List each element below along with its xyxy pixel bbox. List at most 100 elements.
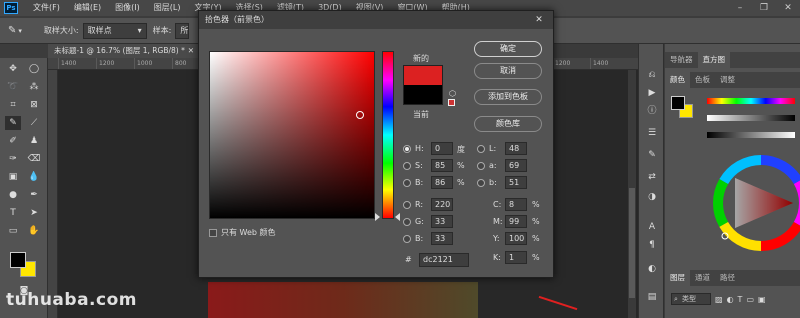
tab-navigator[interactable]: 导航器 xyxy=(665,52,698,68)
saturation-input[interactable]: 85 xyxy=(431,159,453,172)
hue-slider[interactable] xyxy=(707,98,795,104)
current-color-swatch[interactable] xyxy=(403,85,443,105)
actions-panel-icon[interactable]: ▶ xyxy=(645,86,659,100)
add-to-swatches-button[interactable]: 添加到色板 xyxy=(474,89,542,105)
type-tool-icon[interactable]: T xyxy=(5,206,21,220)
eyedropper-tool-icon[interactable]: ✎ xyxy=(5,116,21,130)
marquee-tool-icon[interactable]: ◯ xyxy=(26,62,42,76)
color-libraries-button[interactable]: 颜色库 xyxy=(474,116,542,132)
scrollbar-thumb[interactable] xyxy=(629,188,635,298)
web-safe-cube-icon[interactable]: ⬡ xyxy=(449,89,456,98)
black-input[interactable]: 1 xyxy=(505,251,527,264)
eraser-tool-icon[interactable]: ⌫ xyxy=(26,152,42,166)
gamut-warning-icon[interactable] xyxy=(448,99,455,106)
filter-adjust-icon[interactable]: ◐ xyxy=(727,295,734,304)
foreground-color-swatch[interactable] xyxy=(10,252,26,268)
dialog-close-button[interactable]: ✕ xyxy=(529,13,549,27)
history-panel-icon[interactable]: ⎌ xyxy=(645,68,659,82)
brush-tool-icon[interactable]: ✐ xyxy=(5,134,21,148)
red-radio[interactable] xyxy=(403,201,411,209)
sample-size-select[interactable]: 取样点 ▾ xyxy=(82,22,147,39)
tab-color[interactable]: 颜色 xyxy=(665,72,690,88)
hue-strip[interactable] xyxy=(382,51,394,219)
gradient-tool-icon[interactable]: ▣ xyxy=(5,170,21,184)
restore-button[interactable]: ❐ xyxy=(752,0,776,16)
lightness-radio[interactable] xyxy=(477,145,485,153)
minimize-button[interactable]: – xyxy=(728,0,752,16)
paragraph-panel-icon[interactable]: ¶ xyxy=(645,238,659,252)
ok-button[interactable]: 确定 xyxy=(474,41,542,57)
menu-layer[interactable]: 图层(L) xyxy=(147,0,188,16)
hue-radio[interactable] xyxy=(403,145,411,153)
crop-tool-icon[interactable]: ⌗ xyxy=(5,98,21,112)
lasso-tool-icon[interactable]: ➰ xyxy=(5,80,21,94)
hand-tool-icon[interactable]: ✋ xyxy=(26,224,42,238)
hue-input[interactable]: 0 xyxy=(431,142,453,155)
canvas-image[interactable] xyxy=(208,282,478,318)
cancel-button[interactable]: 取消 xyxy=(474,63,542,79)
tab-layers[interactable]: 图层 xyxy=(665,270,690,286)
styles-panel-icon[interactable]: ◑ xyxy=(645,190,659,204)
stamp-tool-icon[interactable]: ♟ xyxy=(26,134,42,148)
tab-channels[interactable]: 通道 xyxy=(690,270,715,286)
lab-a-radio[interactable] xyxy=(477,162,485,170)
blue-input[interactable]: 33 xyxy=(431,232,453,245)
filter-shape-icon[interactable]: ▭ xyxy=(746,295,754,304)
character-panel-icon[interactable]: A xyxy=(645,220,659,234)
brush-panel-icon[interactable]: ✎ xyxy=(645,148,659,162)
green-input[interactable]: 33 xyxy=(431,215,453,228)
brightness-radio[interactable] xyxy=(403,179,411,187)
yellow-input[interactable]: 100 xyxy=(505,232,527,245)
tab-adjustments[interactable]: 调整 xyxy=(715,72,740,88)
color-picker-marker[interactable] xyxy=(356,111,364,119)
magenta-input[interactable]: 99 xyxy=(505,215,527,228)
magic-wand-tool-icon[interactable]: ⁂ xyxy=(26,80,42,94)
tab-swatches[interactable]: 色板 xyxy=(690,72,715,88)
lightness-input[interactable]: 48 xyxy=(505,142,527,155)
lab-b-radio[interactable] xyxy=(477,179,485,187)
hue-arrow-right-icon[interactable] xyxy=(395,213,400,221)
dodge-tool-icon[interactable]: ● xyxy=(5,188,21,202)
web-colors-option[interactable]: 只有 Web 颜色 xyxy=(209,227,276,238)
close-tab-icon[interactable]: ✕ xyxy=(188,44,194,58)
blue-radio[interactable] xyxy=(403,235,411,243)
sample-select[interactable]: 所 xyxy=(175,22,190,39)
history-brush-icon[interactable]: ✑ xyxy=(5,152,21,166)
menu-image[interactable]: 图像(I) xyxy=(108,0,147,16)
layer-comps-icon[interactable]: ▤ xyxy=(645,290,659,304)
eyedropper-icon[interactable]: ✎ xyxy=(8,25,16,36)
lab-b-input[interactable]: 51 xyxy=(505,176,527,189)
filter-type-icon[interactable]: T xyxy=(738,295,743,304)
move-tool-icon[interactable]: ✥ xyxy=(5,62,21,76)
green-radio[interactable] xyxy=(403,218,411,226)
info-panel-icon[interactable]: ⓘ xyxy=(645,104,659,118)
adjust-panel-icon[interactable]: ⇄ xyxy=(645,170,659,184)
layer-kind-select[interactable]: ⌕ 类型 xyxy=(671,293,711,305)
menu-edit[interactable]: 编辑(E) xyxy=(67,0,108,16)
properties-panel-icon[interactable]: ☰ xyxy=(645,126,659,140)
brightness-input[interactable]: 86 xyxy=(431,176,453,189)
tab-paths[interactable]: 路径 xyxy=(715,270,740,286)
saturation-radio[interactable] xyxy=(403,162,411,170)
cyan-input[interactable]: 8 xyxy=(505,198,527,211)
web-colors-checkbox[interactable] xyxy=(209,228,217,237)
hue-arrow-left-icon[interactable] xyxy=(375,213,380,221)
vertical-scrollbar[interactable] xyxy=(628,70,636,318)
filter-pixel-icon[interactable]: ▨ xyxy=(715,295,723,304)
hex-color-input[interactable]: dc2121 xyxy=(419,253,469,267)
frame-tool-icon[interactable]: ⊠ xyxy=(26,98,42,112)
menu-file[interactable]: 文件(F) xyxy=(26,0,67,16)
blur-tool-icon[interactable]: 💧 xyxy=(26,170,42,184)
saturation-slider[interactable] xyxy=(707,115,795,121)
brightness-slider[interactable] xyxy=(707,132,795,138)
glyphs-panel-icon[interactable]: ◐ xyxy=(645,262,659,276)
shape-tool-icon[interactable]: ▭ xyxy=(5,224,21,238)
tool-preset-arrow-icon[interactable]: ▾ xyxy=(18,27,22,35)
document-tab[interactable]: 未标题-1 @ 16.7% (图层 1, RGB/8) * ✕ xyxy=(48,44,198,58)
tab-histogram[interactable]: 直方图 xyxy=(697,52,730,68)
ruler-tool-icon[interactable]: ⟋ xyxy=(26,116,42,130)
filter-smart-icon[interactable]: ▣ xyxy=(758,295,766,304)
lab-a-input[interactable]: 69 xyxy=(505,159,527,172)
panel-foreground-chip[interactable] xyxy=(671,96,685,110)
red-input[interactable]: 220 xyxy=(431,198,453,211)
